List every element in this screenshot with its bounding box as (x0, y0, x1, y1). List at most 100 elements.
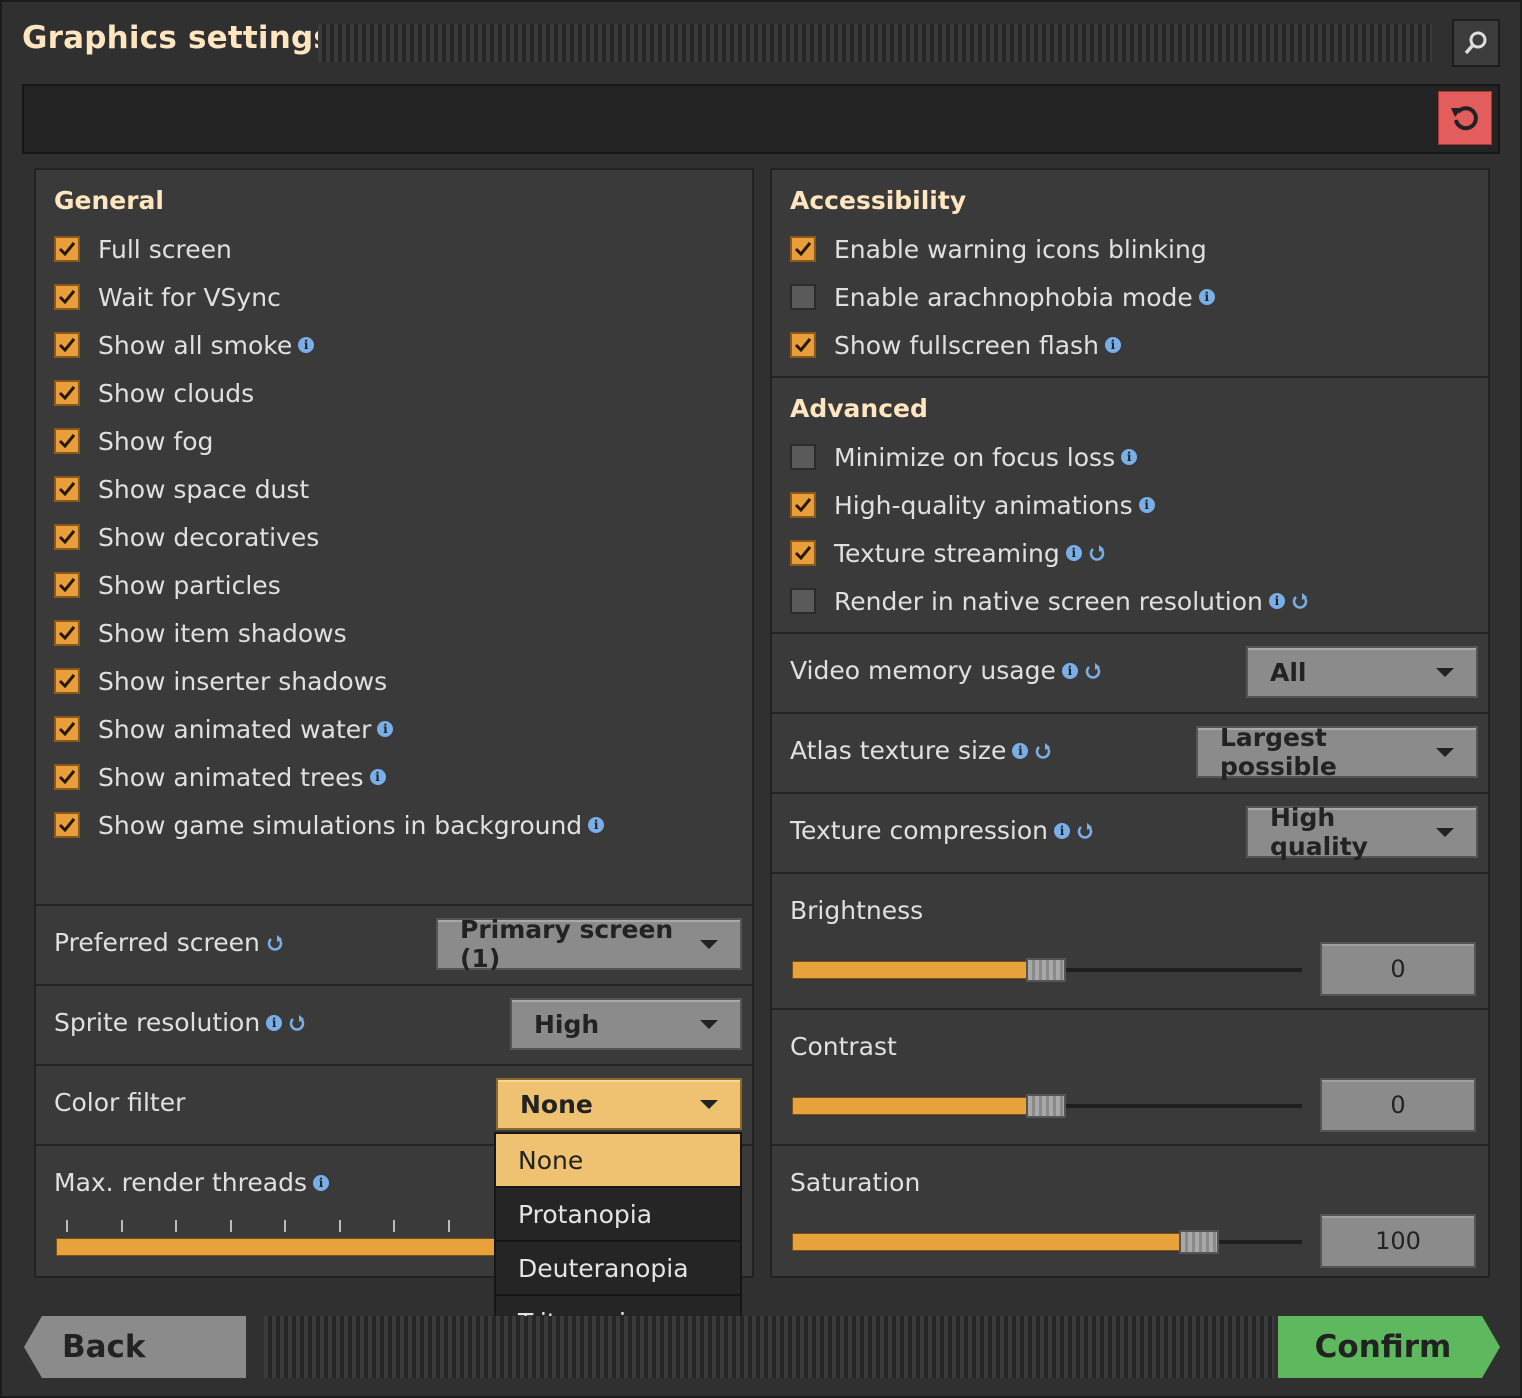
contrast-value-field[interactable]: 0 (1320, 1078, 1476, 1132)
video-memory-label: Video memory usage (790, 656, 1056, 685)
brightness-value-field[interactable]: 0 (1320, 942, 1476, 996)
checkbox-checked[interactable] (54, 476, 80, 502)
info-icon[interactable]: i (1061, 662, 1078, 679)
advanced-section: Advanced Minimize on focus loss i High-qua… (772, 378, 1488, 634)
atlas-size-label: Atlas texture size (790, 736, 1007, 765)
info-icon[interactable]: i (298, 337, 315, 353)
search-button[interactable] (1452, 19, 1500, 67)
color-filter-option[interactable]: Protanopia (496, 1188, 740, 1242)
video-memory-dropdown[interactable]: All (1246, 646, 1478, 698)
color-filter-option[interactable]: None (496, 1134, 740, 1188)
checkbox-row[interactable]: Show item shadows (54, 616, 347, 650)
checkbox-row[interactable]: Enable warning icons blinking (790, 232, 1207, 266)
checkbox-row[interactable]: Render in native screen resolution i (790, 584, 1309, 618)
graphics-settings-window: Graphics settings General Full screen Wai… (0, 0, 1522, 1398)
checkbox-row[interactable]: Show animated trees i (54, 760, 386, 794)
checkbox-checked[interactable] (54, 428, 80, 454)
saturation-row: Saturation 100 (772, 1146, 1488, 1276)
texture-compression-dropdown[interactable]: High quality (1246, 803, 1478, 861)
restart-required-icon (1034, 742, 1052, 760)
window-title: Graphics settings (22, 20, 333, 56)
reset-button[interactable] (1438, 91, 1492, 145)
checkbox-row[interactable]: Show game simulations in background i (54, 808, 605, 842)
saturation-slider-handle[interactable] (1179, 1230, 1219, 1254)
checkbox-checked[interactable] (54, 332, 80, 358)
checkbox-row[interactable]: High-quality animations i (790, 488, 1155, 522)
checkbox-row[interactable]: Texture streaming i (790, 536, 1106, 570)
preferred-screen-dropdown[interactable]: Primary screen (1) (436, 915, 742, 973)
checkbox-checked[interactable] (54, 716, 80, 742)
checkbox-checked[interactable] (54, 764, 80, 790)
accessibility-heading: Accessibility (790, 186, 967, 215)
contrast-slider-handle[interactable] (1026, 1094, 1066, 1118)
info-icon[interactable]: i (369, 769, 386, 785)
right-panel: Accessibility Enable warning icons blink… (770, 168, 1490, 1278)
chevron-down-icon (700, 1099, 718, 1109)
info-icon[interactable]: i (377, 721, 394, 737)
info-icon[interactable]: i (1138, 497, 1155, 513)
checkbox-checked[interactable] (790, 492, 816, 518)
checkbox-checked[interactable] (54, 524, 80, 550)
checkbox-row[interactable]: Minimize on focus loss i (790, 440, 1138, 474)
info-icon[interactable]: i (1104, 337, 1121, 353)
checkbox-row[interactable]: Show fog (54, 424, 213, 458)
checkbox-checked[interactable] (54, 236, 80, 262)
title-drag-bar[interactable] (318, 24, 1432, 62)
checkbox-checked[interactable] (54, 284, 80, 310)
checkbox-row[interactable]: Show inserter shadows (54, 664, 387, 698)
checkbox-row[interactable]: Show clouds (54, 376, 254, 410)
checkbox-row[interactable]: Show particles (54, 568, 281, 602)
info-icon[interactable]: i (588, 817, 605, 833)
checkbox-unchecked[interactable] (790, 588, 816, 614)
color-filter-value: None (520, 1089, 593, 1119)
chevron-down-icon (1436, 747, 1454, 757)
slider-tick (120, 1220, 123, 1232)
checkbox-checked[interactable] (54, 572, 80, 598)
checkbox-checked[interactable] (54, 620, 80, 646)
info-icon[interactable]: i (312, 1174, 329, 1191)
checkbox-row[interactable]: Show all smoke i (54, 328, 315, 362)
info-icon[interactable]: i (1053, 822, 1070, 839)
checkbox-unchecked[interactable] (790, 444, 816, 470)
slider-tick (338, 1220, 341, 1232)
checkbox-row[interactable]: Full screen (54, 232, 232, 266)
toolbar (22, 84, 1500, 154)
video-memory-value: All (1270, 657, 1307, 687)
checkbox-row[interactable]: Show fullscreen flash i (790, 328, 1121, 362)
back-button[interactable]: Back (24, 1316, 246, 1378)
info-icon[interactable]: i (1268, 593, 1285, 609)
info-icon[interactable]: i (1198, 289, 1215, 305)
checkbox-row[interactable]: Wait for VSync (54, 280, 281, 314)
checkbox-row[interactable]: Enable arachnophobia mode i (790, 280, 1215, 314)
saturation-value-field[interactable]: 100 (1320, 1214, 1476, 1268)
checkbox-checked[interactable] (54, 812, 80, 838)
checkbox-row[interactable]: Show decoratives (54, 520, 319, 554)
chevron-down-icon (700, 1019, 718, 1029)
checkbox-row[interactable]: Show animated water i (54, 712, 394, 746)
max-render-threads-slider-fill[interactable] (56, 1238, 496, 1256)
color-filter-dropdown[interactable]: None (496, 1078, 742, 1130)
checkbox-unchecked[interactable] (790, 284, 816, 310)
color-filter-option[interactable]: Deuteranopia (496, 1242, 740, 1296)
checkbox-checked[interactable] (790, 332, 816, 358)
slider-tick (447, 1220, 450, 1232)
confirm-button[interactable]: Confirm (1278, 1316, 1500, 1378)
checkbox-label: Full screen (98, 234, 232, 264)
atlas-size-dropdown[interactable]: Largest possible (1196, 723, 1478, 781)
color-filter-label: Color filter (54, 1088, 186, 1117)
checkbox-checked[interactable] (54, 380, 80, 406)
checkbox-label: Show game simulations in background (98, 810, 583, 840)
checkbox-checked[interactable] (790, 540, 816, 566)
info-icon[interactable]: i (1012, 742, 1029, 759)
brightness-slider-handle[interactable] (1026, 958, 1066, 982)
accessibility-section: Accessibility Enable warning icons blink… (772, 170, 1488, 378)
chevron-down-icon (700, 939, 718, 949)
checkbox-checked[interactable] (54, 668, 80, 694)
info-icon[interactable]: i (1121, 449, 1138, 465)
sprite-resolution-dropdown[interactable]: High (510, 998, 742, 1050)
checkbox-row[interactable]: Show space dust (54, 472, 309, 506)
brightness-label: Brightness (790, 896, 924, 925)
info-icon[interactable]: i (1065, 545, 1082, 561)
checkbox-checked[interactable] (790, 236, 816, 262)
info-icon[interactable]: i (266, 1014, 283, 1031)
